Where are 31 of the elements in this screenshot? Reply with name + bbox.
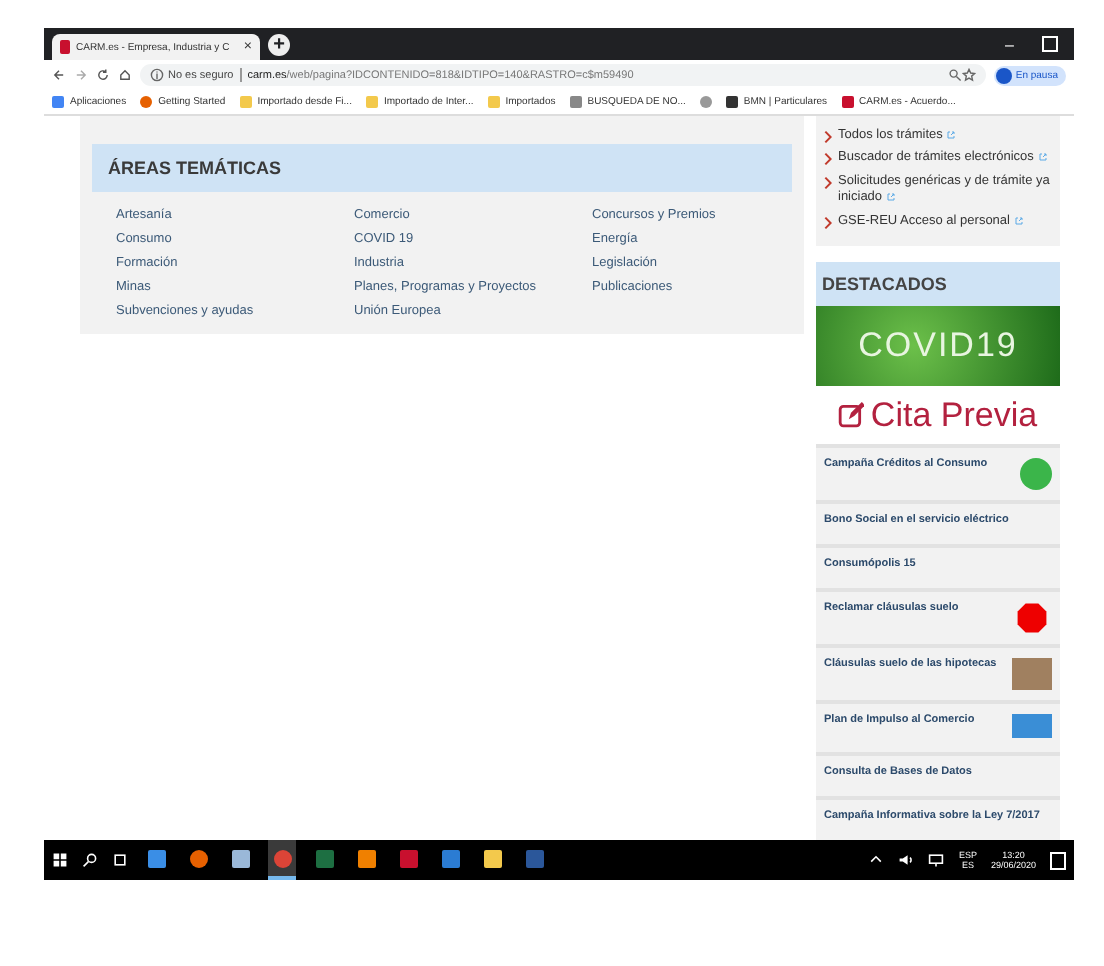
section-header: ÁREAS TEMÁTICAS <box>92 144 792 192</box>
stop-sign-icon <box>1012 602 1052 635</box>
windows-start-icon[interactable] <box>52 852 68 868</box>
task-view-icon[interactable] <box>112 852 128 868</box>
minimize-button[interactable]: – <box>1005 35 1014 53</box>
network-icon[interactable] <box>928 852 945 868</box>
external-link-icon <box>946 129 957 140</box>
external-link-icon <box>1037 152 1048 163</box>
external-link-icon <box>1013 215 1024 226</box>
chevron-icon <box>824 215 832 230</box>
zoom-icon[interactable] <box>947 68 962 82</box>
site-icon <box>60 40 70 54</box>
info-icon[interactable] <box>150 68 164 82</box>
edit-icon <box>838 402 865 429</box>
chevron-up-icon[interactable] <box>868 852 885 868</box>
home-icon[interactable] <box>118 68 132 82</box>
photo-placeholder <box>1012 658 1052 691</box>
notification-icon[interactable] <box>1050 851 1066 869</box>
speaker-icon[interactable] <box>898 852 915 868</box>
back-icon[interactable] <box>52 68 66 82</box>
search-icon[interactable] <box>82 852 98 868</box>
bookmark[interactable] <box>699 96 712 108</box>
maximize-icon[interactable] <box>1042 36 1058 52</box>
card-icon <box>1012 714 1052 739</box>
taskbar-app-icon[interactable] <box>268 840 296 880</box>
external-link-icon <box>885 192 896 203</box>
new-tab-button[interactable]: + <box>268 33 290 55</box>
star-icon[interactable] <box>961 68 976 82</box>
action-badge-icon <box>1020 458 1052 491</box>
section-header: DESTACADOS <box>816 262 1060 307</box>
reload-icon[interactable] <box>96 68 110 82</box>
